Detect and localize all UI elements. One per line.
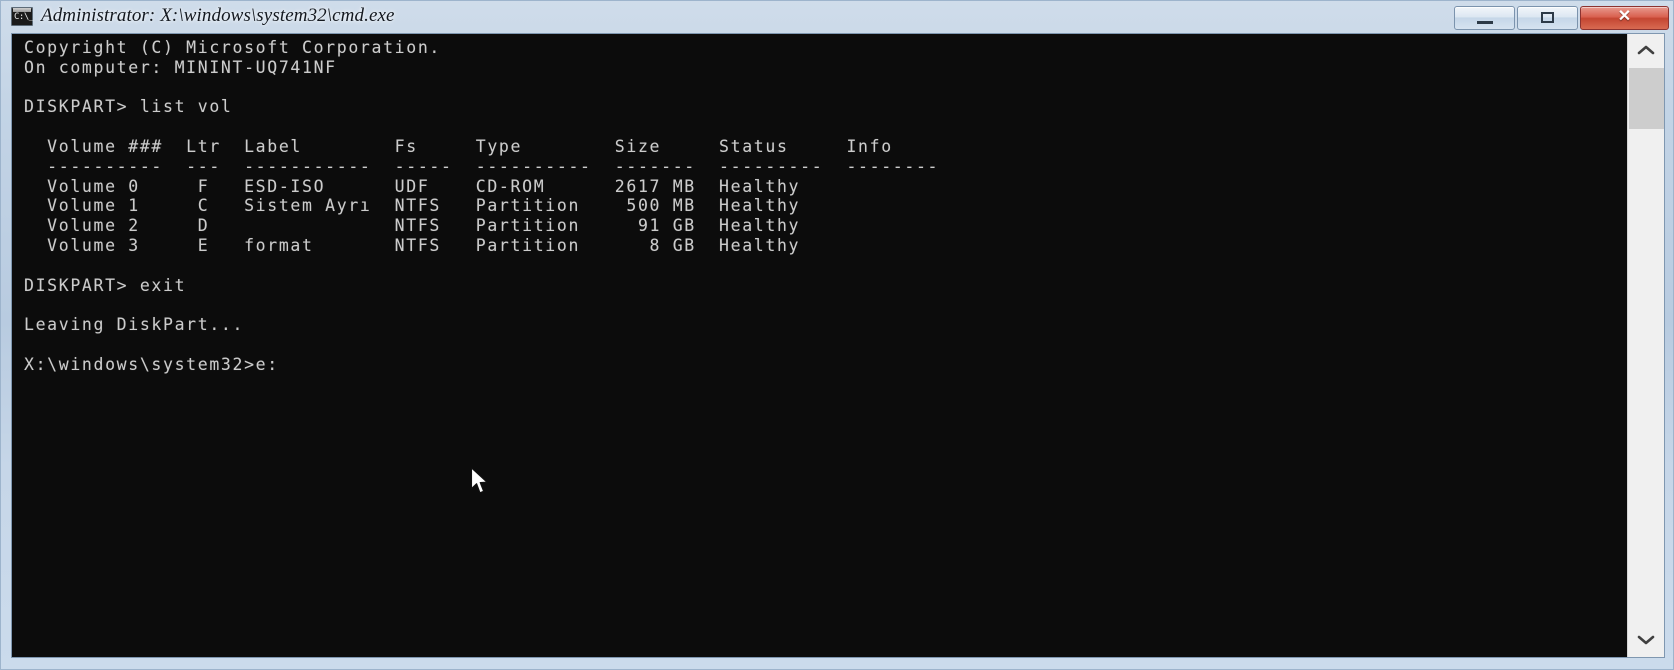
cmd-icon: C:\_ [11,6,34,26]
maximize-button[interactable] [1517,6,1578,30]
window-title-bar[interactable]: C:\_ Administrator: X:\windows\system32\… [1,1,1674,31]
console-client-area[interactable]: Copyright (C) Microsoft Corporation. On … [11,33,1665,658]
chevron-down-icon [1637,635,1655,645]
console-scrollbar[interactable] [1627,34,1664,657]
close-icon: ✕ [1617,8,1632,25]
maximize-icon [1540,12,1554,23]
minimize-button[interactable] [1454,6,1515,30]
mouse-pointer-icon [470,467,488,494]
scroll-up-button[interactable] [1628,34,1664,67]
minimize-icon [1476,21,1493,24]
chevron-up-icon [1637,45,1655,55]
cmd-icon-prompt-glyph: C:\_ [14,11,34,22]
console-output-text: Copyright (C) Microsoft Corporation. On … [24,38,940,374]
window-title-text: Administrator: X:\windows\system32\cmd.e… [41,5,395,26]
window-controls: ✕ [1454,6,1669,30]
close-button[interactable]: ✕ [1580,6,1669,30]
scroll-down-button[interactable] [1628,624,1664,657]
console-window: C:\_ Administrator: X:\windows\system32\… [0,0,1674,670]
scrollbar-thumb[interactable] [1629,68,1664,129]
